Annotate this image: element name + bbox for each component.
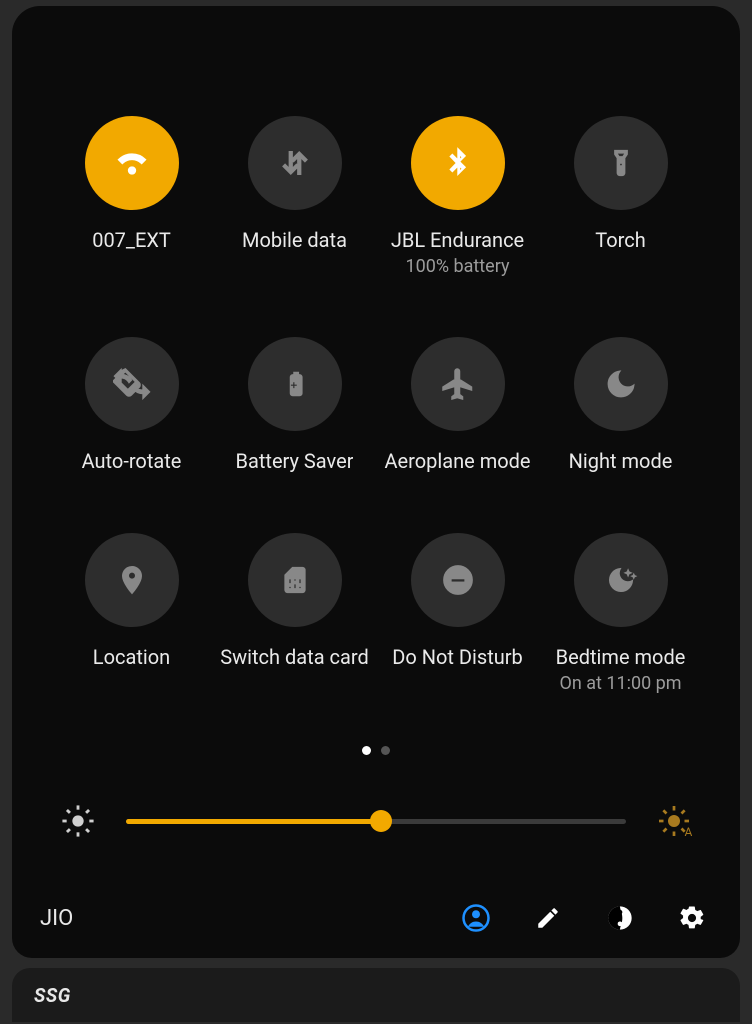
sim-card-icon (248, 533, 342, 627)
notification-card[interactable]: SSG (12, 968, 740, 1022)
notification-title: SSG (34, 984, 71, 1007)
auto-rotate-icon (85, 337, 179, 431)
tile-sublabel: On at 11:00 pm (559, 673, 681, 694)
tile-bedtime-mode[interactable]: Bedtime mode On at 11:00 pm (539, 533, 702, 694)
slider-thumb[interactable] (370, 810, 392, 832)
bluetooth-icon (411, 116, 505, 210)
page-indicator[interactable] (50, 746, 702, 755)
tile-label: Do Not Disturb (392, 645, 523, 669)
svg-text:A: A (685, 825, 693, 839)
tile-switch-data-card[interactable]: Switch data card (213, 533, 376, 694)
panel-footer: JIO (40, 898, 712, 938)
night-mode-icon (574, 337, 668, 431)
brightness-slider[interactable] (126, 809, 626, 833)
quick-settings-panel: 007_EXT Mobile data JBL Endurance 100% b… (12, 6, 740, 958)
tile-label: Torch (595, 228, 645, 252)
tile-label: Bedtime mode (556, 645, 686, 669)
settings-button[interactable] (672, 898, 712, 938)
tile-location[interactable]: Location (50, 533, 213, 694)
torch-icon (574, 116, 668, 210)
tile-do-not-disturb[interactable]: Do Not Disturb (376, 533, 539, 694)
page-dot-active (362, 746, 371, 755)
tile-wifi[interactable]: 007_EXT (50, 116, 213, 277)
edit-button[interactable] (528, 898, 568, 938)
tile-label: Aeroplane mode (384, 449, 530, 473)
bedtime-icon (574, 533, 668, 627)
auto-brightness-icon[interactable]: A (654, 803, 694, 839)
tile-mobile-data[interactable]: Mobile data (213, 116, 376, 277)
tile-label: Location (93, 645, 170, 669)
quick-settings-grid: 007_EXT Mobile data JBL Endurance 100% b… (50, 116, 702, 694)
theme-button[interactable] (600, 898, 640, 938)
tile-label: JBL Endurance (391, 228, 524, 252)
wifi-icon (85, 116, 179, 210)
tile-label: Battery Saver (236, 449, 354, 473)
carrier-label: JIO (40, 906, 424, 931)
page-dot (381, 746, 390, 755)
battery-saver-icon (248, 337, 342, 431)
dnd-icon (411, 533, 505, 627)
tile-torch[interactable]: Torch (539, 116, 702, 277)
tile-label: Night mode (569, 449, 673, 473)
location-icon (85, 533, 179, 627)
tile-sublabel: 100% battery (406, 256, 510, 277)
user-button[interactable] (456, 898, 496, 938)
tile-aeroplane-mode[interactable]: Aeroplane mode (376, 337, 539, 473)
slider-fill (126, 819, 381, 824)
tile-night-mode[interactable]: Night mode (539, 337, 702, 473)
tile-label: Auto-rotate (82, 449, 182, 473)
tile-bluetooth[interactable]: JBL Endurance 100% battery (376, 116, 539, 277)
tile-label: Switch data card (220, 645, 369, 669)
mobile-data-icon (248, 116, 342, 210)
tile-label: Mobile data (242, 228, 347, 252)
brightness-icon[interactable] (58, 804, 98, 838)
tile-auto-rotate[interactable]: Auto-rotate (50, 337, 213, 473)
tile-label: 007_EXT (92, 228, 171, 252)
aeroplane-icon (411, 337, 505, 431)
tile-battery-saver[interactable]: Battery Saver (213, 337, 376, 473)
brightness-row: A (50, 803, 702, 839)
